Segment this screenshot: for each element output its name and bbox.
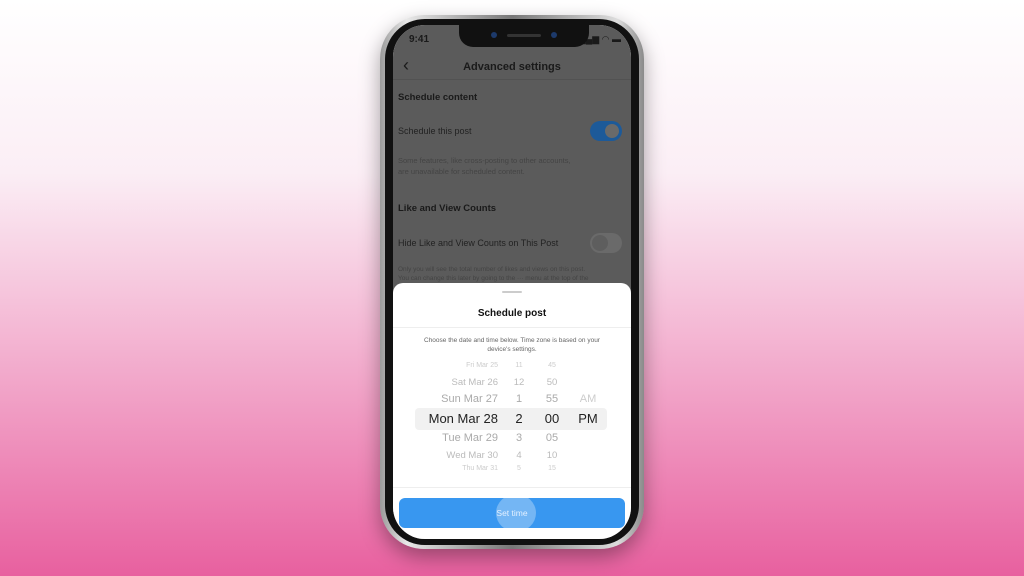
page-title: Advanced settings [463, 61, 561, 73]
picker-minute[interactable]: 55 [532, 393, 572, 405]
picker-minute[interactable]: 00 [532, 411, 572, 426]
hide-counts-toggle[interactable] [590, 233, 622, 253]
picker-ampm[interactable]: AM [568, 393, 608, 405]
camera-icon [491, 32, 497, 38]
schedule-toggle[interactable] [590, 121, 622, 141]
picker-minute[interactable]: 15 [532, 465, 572, 472]
picker-minute[interactable]: 45 [532, 362, 572, 369]
picker-minute[interactable]: 10 [532, 450, 572, 461]
sheet-grabber[interactable] [502, 291, 522, 293]
divider [393, 327, 631, 328]
picker-date[interactable]: Mon Mar 28 [429, 411, 498, 426]
picker-date[interactable]: Sun Mar 27 [441, 393, 498, 405]
phone-frame: 9:41 ▂▄▆ ◠ ▬ ‹ Advanced settings Schedul… [380, 15, 644, 549]
picker-ampm[interactable]: PM [568, 411, 608, 426]
sheet-title: Schedule post [477, 308, 547, 319]
notch [459, 25, 589, 47]
divider [393, 79, 631, 80]
schedule-note-1: Some features, like cross-posting to oth… [398, 156, 571, 165]
picker-date[interactable]: Tue Mar 29 [442, 432, 498, 444]
schedule-post-sheet: Schedule post Choose the date and time b… [393, 283, 631, 539]
set-time-button[interactable]: Set time [399, 494, 625, 532]
picker-date[interactable]: Thu Mar 31 [462, 465, 498, 472]
section-title-schedule: Schedule content [398, 92, 478, 103]
hide-counts-label: Hide Like and View Counts on This Post [398, 238, 559, 248]
phone-screen: 9:41 ▂▄▆ ◠ ▬ ‹ Advanced settings Schedul… [393, 25, 631, 539]
sensor-icon [551, 32, 557, 38]
schedule-note-2: are unavailable for scheduled content. [398, 167, 525, 176]
speaker [507, 34, 541, 37]
section-title-counts: Like and View Counts [398, 203, 497, 214]
picker-date[interactable]: Sat Mar 26 [452, 377, 498, 388]
status-time: 9:41 [409, 34, 430, 45]
sheet-description: Choose the date and time below. Time zon… [424, 337, 600, 353]
picker-minute[interactable]: 50 [532, 377, 572, 388]
picker-minute[interactable]: 05 [532, 432, 572, 444]
picker-date[interactable]: Wed Mar 30 [446, 450, 498, 461]
divider [393, 487, 631, 488]
schedule-toggle-label: Schedule this post [398, 126, 472, 136]
set-time-label: Set time [496, 508, 528, 518]
picker-date[interactable]: Fri Mar 25 [466, 362, 498, 369]
